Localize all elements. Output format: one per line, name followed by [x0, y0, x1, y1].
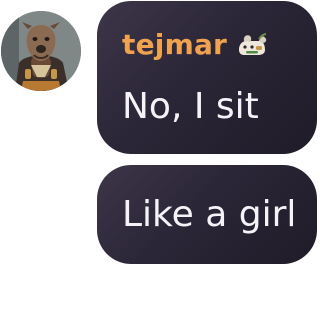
message-header: tejmar: [122, 29, 269, 61]
dog-firefighter-avatar-icon: [1, 11, 81, 91]
message-text: Like a girl: [122, 194, 297, 235]
message-text: No, I sit: [122, 86, 259, 127]
username[interactable]: tejmar: [122, 29, 227, 61]
message-bubble-first[interactable]: tejmar No, I sit: [97, 1, 317, 154]
dog-badge-icon: [235, 32, 269, 58]
avatar[interactable]: [1, 11, 81, 91]
message-bubble-second[interactable]: Like a girl: [97, 165, 317, 264]
